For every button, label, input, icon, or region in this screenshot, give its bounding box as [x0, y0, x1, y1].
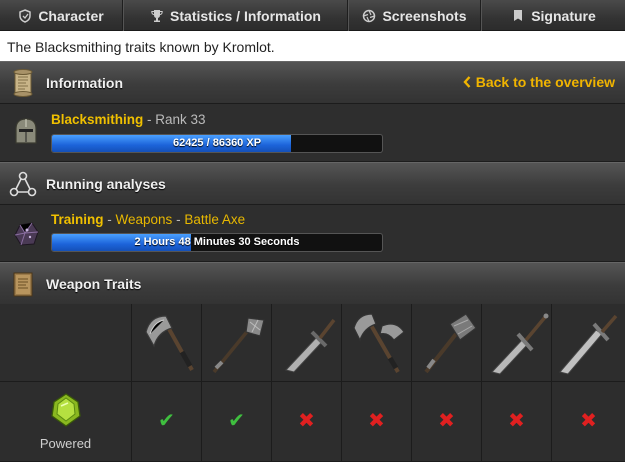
weapon-traits-title: Weapon Traits — [46, 275, 142, 292]
running-analyses-header: Running analyses — [0, 162, 625, 205]
banner-icon — [514, 9, 523, 21]
back-to-overview-link[interactable]: Back to the overview — [463, 74, 615, 90]
cross-icon-maul: ✖ — [438, 410, 455, 432]
trait-status-sword: ✖ — [482, 382, 552, 462]
network-icon — [9, 171, 37, 196]
dagger-icon — [285, 318, 336, 373]
tab-signature-label: Signature — [531, 7, 596, 24]
weapon-column-battle-axe[interactable] — [342, 304, 412, 382]
check-icon-mace: ✔ — [228, 410, 245, 432]
information-header: Information Back to the overview — [0, 61, 625, 104]
weapon-traits-header: Weapon Traits — [0, 262, 625, 305]
back-link-label: Back to the overview — [475, 74, 615, 90]
analysis-progress-bar: 2 Hours 48 Minutes 30 Seconds — [51, 233, 383, 252]
tab-statistics[interactable]: Statistics / Information — [123, 0, 348, 31]
trait-cell-powered: Powered — [0, 382, 132, 462]
tab-signature[interactable]: Signature — [481, 0, 625, 31]
analysis-time-text: 2 Hours 48 Minutes 30 Seconds — [134, 236, 300, 248]
trait-label: Powered — [39, 436, 92, 451]
analysis-separator-1: - — [103, 212, 116, 227]
axe-icon — [145, 315, 194, 371]
trait-status-greatsword: ✖ — [552, 382, 625, 462]
trait-status-maul: ✖ — [412, 382, 482, 462]
analysis-row: Training - Weapons - Battle Axe 2 Hours … — [0, 205, 625, 262]
analysis-category: Weapons — [115, 212, 173, 227]
battle-axe-icon — [353, 313, 405, 373]
running-analyses-title: Running analyses — [46, 175, 166, 192]
weapon-column-maul[interactable] — [412, 304, 482, 382]
camera-icon — [363, 9, 376, 22]
trait-status-axe: ✔ — [132, 382, 202, 462]
trophy-icon — [151, 9, 163, 22]
weapon-column-mace[interactable] — [202, 304, 272, 382]
weapon-column-axe[interactable] — [132, 304, 202, 382]
trait-status-dagger: ✖ — [272, 382, 342, 462]
skill-rank: - Rank 33 — [143, 112, 206, 127]
weapon-column-sword[interactable] — [482, 304, 552, 382]
cross-icon-dagger: ✖ — [298, 410, 315, 432]
tab-screenshots-label: Screenshots — [382, 7, 467, 24]
mace-icon — [212, 317, 265, 374]
sword-icon — [491, 313, 549, 375]
information-title: Information — [46, 74, 123, 91]
analysis-separator-2: - — [172, 212, 185, 227]
analysis-type: Training — [51, 212, 104, 227]
tab-character-label: Character — [38, 7, 104, 24]
chevron-left-icon — [463, 76, 471, 88]
book-icon — [13, 272, 33, 296]
trait-status-mace: ✔ — [202, 382, 272, 462]
top-navigation: Character Statistics / Information Scree… — [0, 0, 625, 31]
weapon-column-dagger[interactable] — [272, 304, 342, 382]
ore-icon — [14, 222, 39, 246]
cross-icon-greatsword: ✖ — [580, 410, 597, 432]
tab-character[interactable]: Character — [0, 0, 123, 31]
tab-statistics-label: Statistics / Information — [170, 7, 321, 24]
check-icon-axe: ✔ — [158, 410, 175, 432]
skill-name: Blacksmithing — [51, 112, 144, 127]
scroll-icon — [13, 68, 33, 97]
shield-icon — [19, 8, 32, 23]
helmet-icon — [15, 118, 37, 144]
tab-screenshots[interactable]: Screenshots — [348, 0, 481, 31]
greatsword-icon — [559, 314, 618, 375]
page-intro: The Blacksmithing traits known by Kromlo… — [0, 31, 625, 61]
xp-progress-text: 62425 / 86360 XP — [172, 137, 262, 149]
analysis-item: Battle Axe — [184, 212, 246, 227]
xp-progress-bar: 62425 / 86360 XP — [51, 134, 383, 153]
powered-gem-icon — [51, 393, 81, 427]
skill-row: Blacksmithing - Rank 33 62425 / 86360 XP — [0, 104, 625, 162]
maul-icon — [424, 313, 477, 374]
weapon-column-greatsword[interactable] — [552, 304, 625, 382]
trait-status-battle-axe: ✖ — [342, 382, 412, 462]
grid-corner — [0, 304, 132, 382]
cross-icon-sword: ✖ — [508, 410, 525, 432]
traits-grid: Powered ✔ ✔ ✖ ✖ ✖ ✖ ✖ — [0, 304, 625, 462]
cross-icon-battle-axe: ✖ — [368, 410, 385, 432]
